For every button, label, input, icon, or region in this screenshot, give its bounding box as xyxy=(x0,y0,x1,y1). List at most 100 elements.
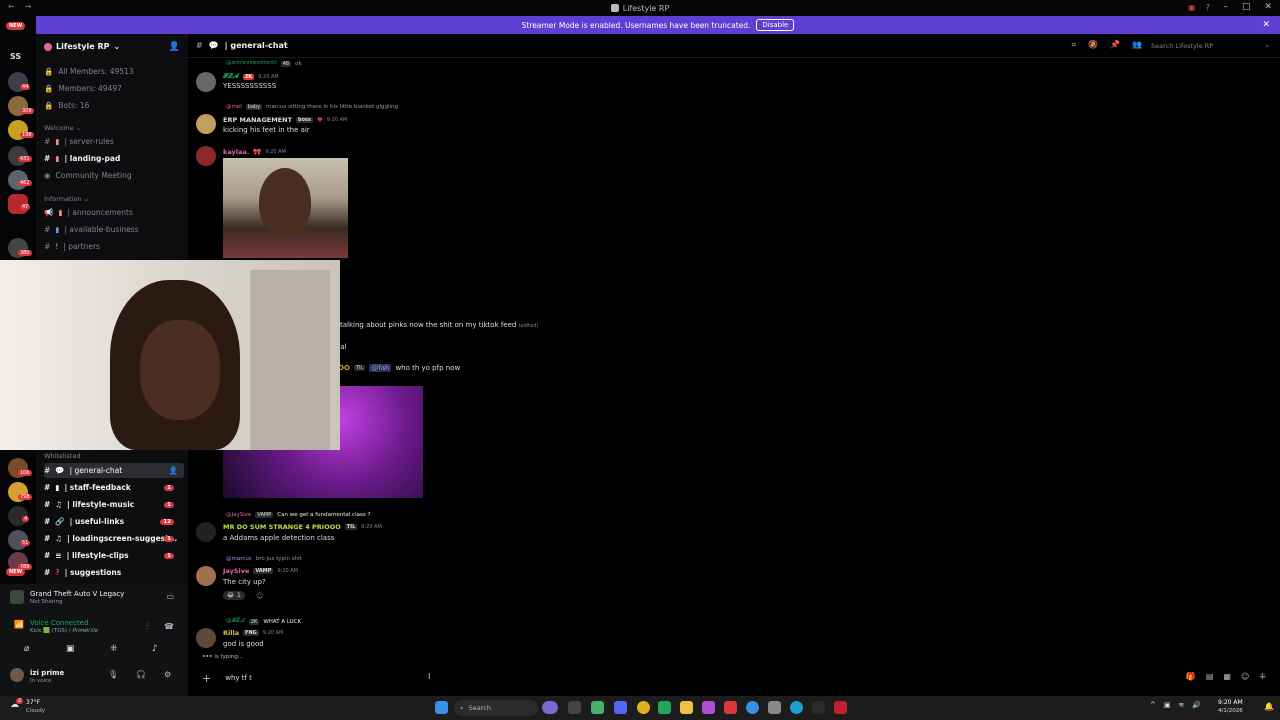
add-attachment-icon[interactable]: + xyxy=(202,672,211,685)
channel-suggestions[interactable]: #? | suggestions xyxy=(44,565,184,580)
minimize-icon[interactable]: – xyxy=(1223,2,1228,12)
discord-icon[interactable] xyxy=(614,701,627,714)
message-author[interactable]: ERP MANAGEMENT boss ♥ 9:20 AM xyxy=(223,116,347,124)
message-author[interactable]: Rilla FNG 9:20 AM xyxy=(223,629,283,637)
sticker-icon[interactable]: ▦ xyxy=(1223,672,1231,681)
microphone-icon[interactable]: 🎙 xyxy=(108,670,118,679)
avatar[interactable] xyxy=(196,114,216,134)
category-information[interactable]: Information ⌄ xyxy=(44,195,89,203)
member-list-icon[interactable]: 👥 xyxy=(1132,40,1142,50)
dm-initials[interactable]: SS xyxy=(10,52,21,61)
voice-channel[interactable]: Kick 🟩 (TOS) / 𝑃𝑟𝑖𝑚𝑒𝑉𝑖𝑙𝑙𝑒 xyxy=(30,628,98,635)
edge-icon[interactable] xyxy=(790,701,803,714)
pin-icon[interactable]: 📌 xyxy=(1110,40,1120,50)
reply-preview[interactable]: @𝓕𝓛𝓐 2K WHAT A LUCK xyxy=(226,618,301,625)
category-welcome[interactable]: Welcome ⌄ xyxy=(44,124,81,132)
chevron-up-icon[interactable]: ^ xyxy=(1150,701,1156,709)
app-icon-5[interactable] xyxy=(746,701,759,714)
taskbar-search[interactable]: ⌕ Search xyxy=(454,700,538,716)
noise-suppression-icon[interactable]: ⫶ xyxy=(146,622,148,632)
add-member-icon[interactable]: 👤 xyxy=(169,42,180,52)
reply-preview[interactable]: @mel baby marcus sitting there in his li… xyxy=(226,104,398,110)
app-icon-1[interactable] xyxy=(591,701,604,714)
channel-useful-links[interactable]: # 🔗 | useful-links 12 xyxy=(44,514,184,529)
reply-preview[interactable]: @𝔞𝔪𝔦𝔯𝔦𝔞𝔪𝔦𝔯𝔦𝔞𝔪𝔦𝔯𝔦𝔞𝔪𝔦𝔯𝔦 48 ok xyxy=(226,60,302,67)
channel-lifestyle-clips[interactable]: # ≡ | lifestyle-clips 1 xyxy=(44,548,184,563)
reply-preview[interactable]: @JaySive VAMP Can we get a fundamental c… xyxy=(226,512,370,518)
add-reaction-icon[interactable]: ☺ xyxy=(256,592,263,600)
channel-partners[interactable]: #! | partners xyxy=(44,239,184,254)
category-whitelisted[interactable]: Whitelisted xyxy=(44,452,81,460)
image-attachment[interactable] xyxy=(223,158,348,258)
inbox-icon[interactable]: ▣ xyxy=(1188,3,1196,12)
avatar[interactable] xyxy=(196,522,216,542)
wifi-icon[interactable]: ≋ xyxy=(1179,701,1185,709)
emoji-icon[interactable]: ☺ xyxy=(1241,672,1249,681)
activities-icon[interactable]: ⁜ xyxy=(110,644,118,654)
username[interactable]: izi prime xyxy=(30,669,64,677)
gift-icon[interactable]: 🎁 xyxy=(1186,672,1196,681)
app-icon-3[interactable] xyxy=(702,701,715,714)
weather-temp[interactable]: 37°F xyxy=(26,699,40,706)
app-icon-8[interactable] xyxy=(834,701,847,714)
avatar[interactable] xyxy=(196,72,216,92)
copilot-icon[interactable] xyxy=(542,701,558,714)
headphones-icon[interactable]: 🎧 xyxy=(136,670,146,679)
notifications-icon[interactable]: 🔔 xyxy=(1264,702,1274,711)
new-badge-top[interactable]: NEW xyxy=(6,22,26,30)
screen-share-icon[interactable]: ▭ xyxy=(166,592,174,601)
app-icon-4[interactable] xyxy=(724,701,737,714)
channel-general-chat[interactable]: # 💬 | general-chat 👤 xyxy=(44,463,184,478)
notification-bell-icon[interactable]: 🔕 xyxy=(1088,40,1098,50)
clock-time[interactable]: 9:20 AM xyxy=(1218,699,1243,706)
reaction-laugh[interactable]: 😂 1 xyxy=(223,591,245,600)
channel-landing-pad[interactable]: # ▮ | landing-pad xyxy=(44,151,184,166)
help-icon[interactable]: ? xyxy=(1206,3,1210,12)
maximize-icon[interactable]: □ xyxy=(1242,2,1251,12)
channel-server-rules[interactable]: # ▮ | server-rules xyxy=(44,134,184,149)
close-icon[interactable]: ✕ xyxy=(1262,20,1270,30)
windows-start-icon[interactable] xyxy=(435,701,448,714)
chrome-icon[interactable] xyxy=(637,701,650,714)
clock-date[interactable]: 4/1/2026 xyxy=(1218,708,1243,714)
channel-staff-feedback[interactable]: # ▮ | staff-feedback 1 xyxy=(44,480,184,495)
channel-lifestyle-music[interactable]: # ♫ | lifestyle-music 1 xyxy=(44,497,184,512)
avatar[interactable] xyxy=(196,628,216,648)
message-author[interactable]: MR DO SUM STRANGE 4 PRIOOO TIL 9:20 AM xyxy=(223,523,382,531)
gif-icon[interactable]: ▤ xyxy=(1206,672,1214,681)
channel-announcements[interactable]: 📢 ▮ | announcements xyxy=(44,205,184,220)
disconnect-icon[interactable]: ☎ xyxy=(164,622,174,631)
search-input[interactable]: Search Lifestyle RP ⌕ xyxy=(1148,39,1272,53)
avatar[interactable] xyxy=(196,146,216,166)
new-badge-bottom[interactable]: NEW xyxy=(6,568,26,576)
avatar[interactable] xyxy=(10,668,24,682)
message-author[interactable]: kaylaa. 🎀 9:20 AM xyxy=(223,148,286,156)
disable-streamer-button[interactable]: Disable xyxy=(756,19,795,31)
server-name[interactable]: Lifestyle RP ⌄ xyxy=(44,42,120,51)
volume-icon[interactable]: 🔊 xyxy=(1192,701,1201,709)
soundboard-icon[interactable]: ♪ xyxy=(152,644,158,654)
file-explorer-icon[interactable] xyxy=(680,701,693,714)
back-arrow-icon[interactable]: ← xyxy=(8,2,15,11)
share-screen-icon[interactable]: ▣ xyxy=(66,644,75,654)
app-icon-6[interactable] xyxy=(768,701,781,714)
close-window-icon[interactable]: ✕ xyxy=(1264,2,1272,12)
camera-off-icon[interactable]: ⌀ xyxy=(24,644,29,654)
channel-available-business[interactable]: # ▮ | available-business xyxy=(44,222,184,237)
app-icon-7[interactable] xyxy=(812,701,825,714)
channel-community-meeting[interactable]: ◉ Community Meeting xyxy=(44,168,184,183)
reply-preview[interactable]: @marcus bro jus typin shit xyxy=(226,556,302,562)
message-input[interactable]: why tf t xyxy=(225,674,252,682)
add-member-icon[interactable]: 👤 xyxy=(169,466,178,475)
avatar[interactable] xyxy=(196,566,216,586)
gear-icon[interactable]: ⚙ xyxy=(164,670,171,679)
apps-icon[interactable]: ⁜ xyxy=(1259,672,1266,681)
forward-arrow-icon[interactable]: → xyxy=(25,2,32,11)
tray-app-icon[interactable]: ▣ xyxy=(1164,701,1171,709)
message-author[interactable]: 𝓕𝓛𝓐 2K 9:20 AM xyxy=(223,72,279,81)
threads-icon[interactable]: ⌗ xyxy=(1072,40,1077,50)
message-author[interactable]: JaySive VAMP 9:20 AM xyxy=(223,567,298,575)
app-icon-2[interactable] xyxy=(658,701,671,714)
channel-loadingscreen-suggestions[interactable]: # ♫ | loadingscreen-suggest... 1 xyxy=(44,531,184,546)
task-view-icon[interactable] xyxy=(568,701,581,714)
